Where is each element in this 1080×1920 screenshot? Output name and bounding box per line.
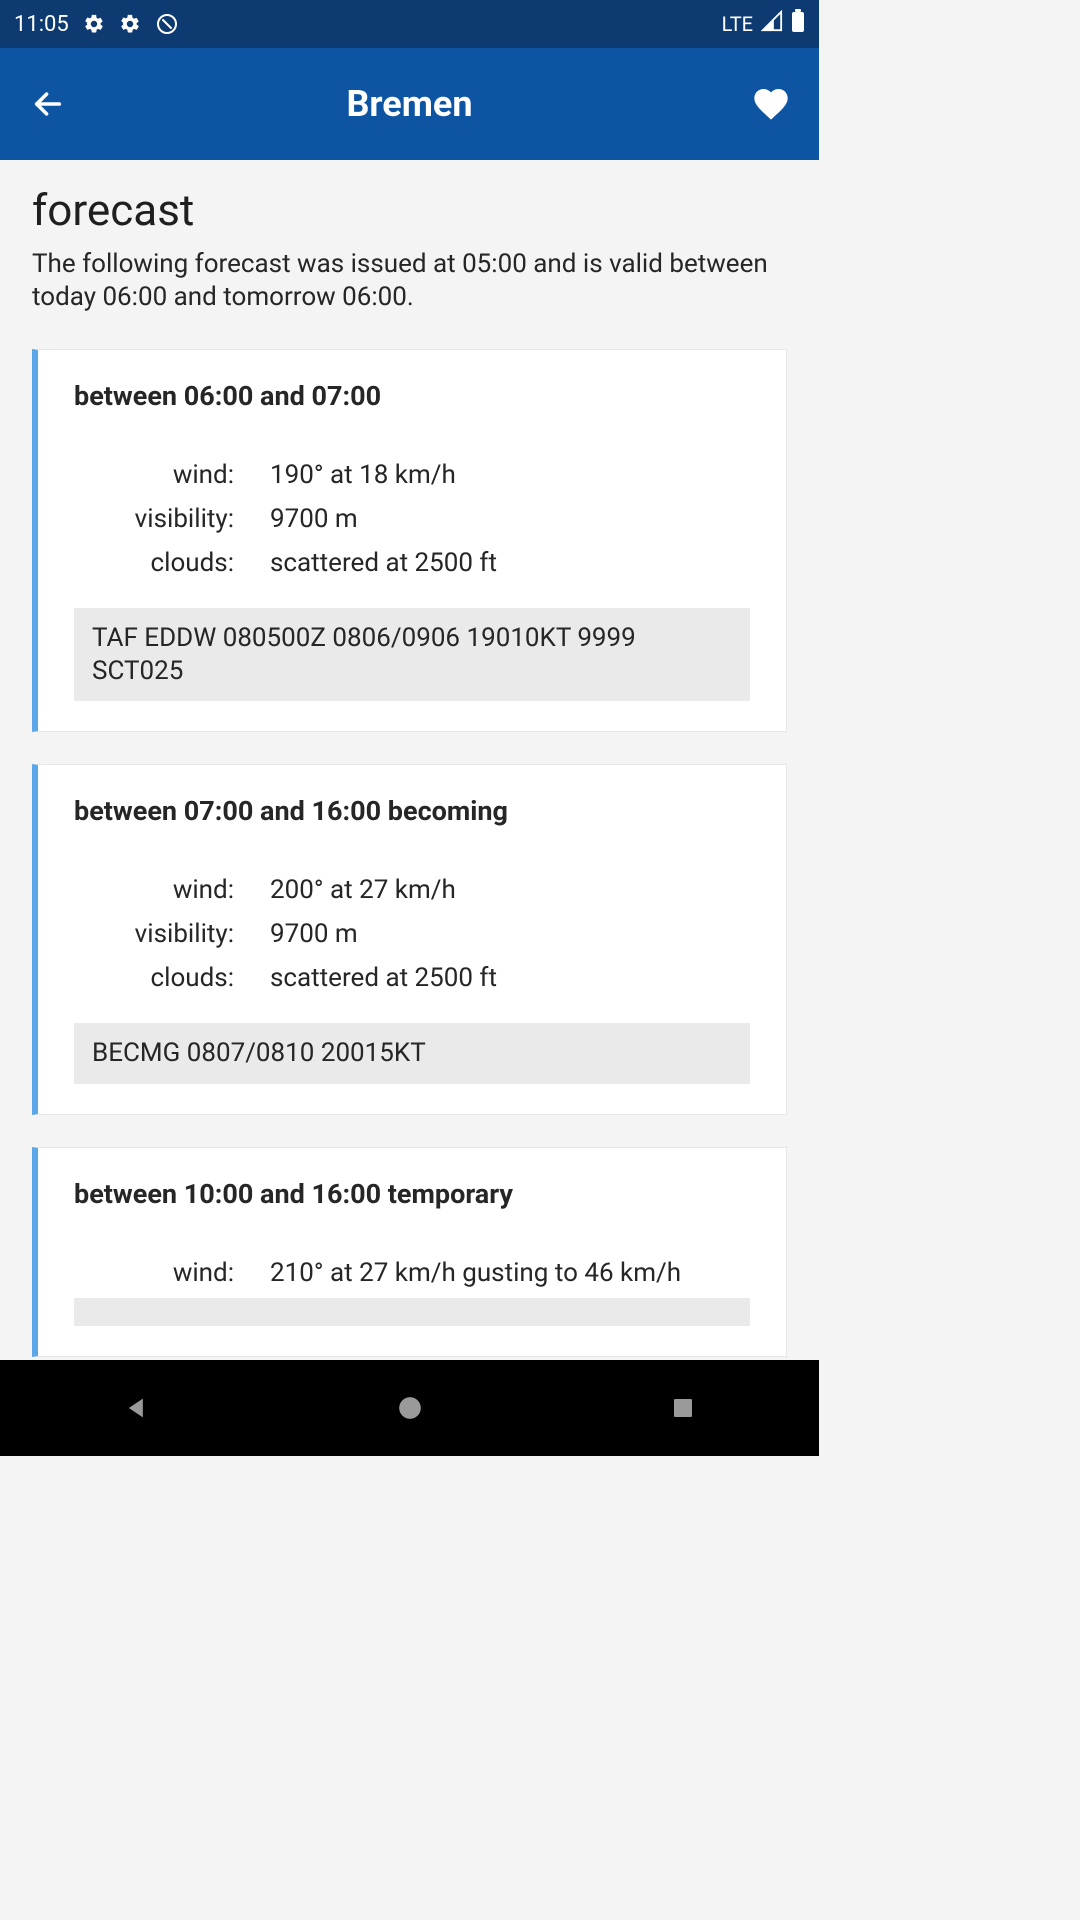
android-back-button[interactable]	[113, 1384, 161, 1432]
visibility-value: 9700 m	[270, 504, 750, 534]
back-button[interactable]	[24, 80, 72, 128]
wind-label: wind:	[74, 875, 234, 905]
network-label: LTE	[722, 12, 753, 36]
wind-label: wind:	[74, 1258, 234, 1288]
visibility-label: visibility:	[74, 919, 234, 949]
wind-value: 200° at 27 km/h	[270, 875, 750, 905]
page-subtext: The following forecast was issued at 05:…	[32, 248, 787, 313]
raw-taf	[74, 1298, 750, 1326]
battery-icon	[791, 9, 805, 39]
clouds-value: scattered at 2500 ft	[270, 963, 750, 993]
clouds-label: clouds:	[74, 548, 234, 578]
wind-label: wind:	[74, 460, 234, 490]
favorite-button[interactable]	[747, 80, 795, 128]
android-recent-button[interactable]	[659, 1384, 707, 1432]
forecast-period: between 10:00 and 16:00 temporary	[74, 1178, 750, 1210]
android-nav-bar	[0, 1360, 819, 1456]
visibility-value: 9700 m	[270, 919, 750, 949]
content-scroll[interactable]: forecast The following forecast was issu…	[0, 160, 819, 1360]
status-bar: 11:05 LTE	[0, 0, 819, 48]
forecast-period: between 07:00 and 16:00 becoming	[74, 795, 750, 827]
app-bar: Bremen	[0, 48, 819, 160]
sync-off-icon	[155, 12, 179, 36]
wind-value: 210° at 27 km/h gusting to 46 km/h	[270, 1258, 750, 1288]
signal-icon	[761, 10, 783, 38]
gear-icon	[83, 13, 105, 35]
forecast-card: between 06:00 and 07:00 wind: 190° at 18…	[32, 349, 787, 732]
status-time: 11:05	[14, 12, 69, 37]
forecast-period: between 06:00 and 07:00	[74, 380, 750, 412]
gear-icon	[119, 13, 141, 35]
clouds-value: scattered at 2500 ft	[270, 548, 750, 578]
raw-taf: TAF EDDW 080500Z 0806/0906 19010KT 9999 …	[74, 608, 750, 701]
clouds-label: clouds:	[74, 963, 234, 993]
page-heading: forecast	[32, 184, 787, 236]
forecast-card: between 10:00 and 16:00 temporary wind: …	[32, 1147, 787, 1357]
forecast-card: between 07:00 and 16:00 becoming wind: 2…	[32, 764, 787, 1115]
visibility-label: visibility:	[74, 504, 234, 534]
raw-taf: BECMG 0807/0810 20015KT	[74, 1023, 750, 1084]
android-home-button[interactable]	[386, 1384, 434, 1432]
wind-value: 190° at 18 km/h	[270, 460, 750, 490]
page-title: Bremen	[72, 83, 747, 125]
